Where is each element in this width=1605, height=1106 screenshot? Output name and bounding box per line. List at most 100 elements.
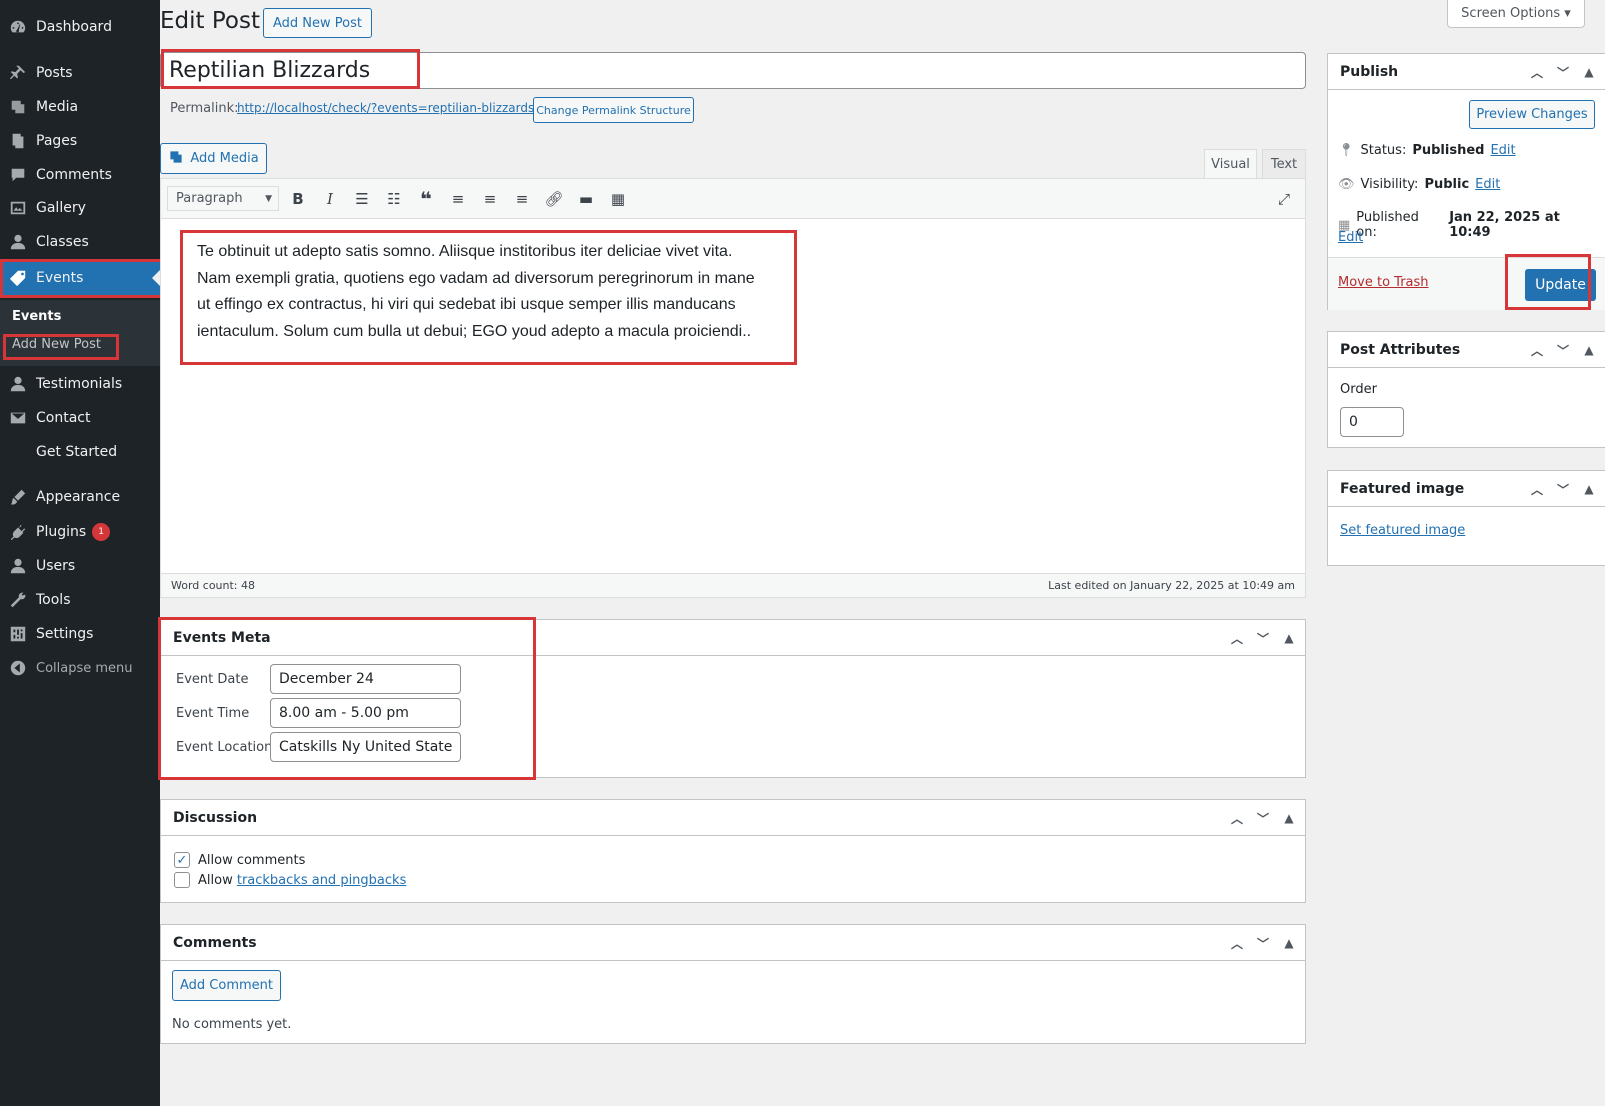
move-down-icon[interactable]: ﹀ — [1255, 630, 1271, 647]
screen-options-button[interactable]: Screen Options ▾ — [1447, 0, 1585, 28]
trackbacks-link[interactable]: trackbacks and pingbacks — [237, 873, 407, 888]
submenu-item-events[interactable]: Events — [12, 309, 61, 324]
event-location-input[interactable]: Catskills Ny United State — [270, 732, 461, 762]
toolbar-toggle-icon[interactable]: ▦ — [605, 186, 631, 212]
bulleted-list-icon[interactable]: ☰ — [349, 186, 375, 212]
sidebar-item-comments[interactable]: Comments — [0, 158, 160, 192]
plugin-icon — [9, 523, 27, 541]
collapse-icon — [9, 659, 27, 677]
fullscreen-icon[interactable]: ⤢ — [1271, 186, 1297, 212]
move-down-icon[interactable]: ﹀ — [1555, 64, 1571, 81]
align-left-icon[interactable]: ≡ — [445, 186, 471, 212]
comment-icon — [9, 166, 27, 184]
event-date-input[interactable]: December 24 — [270, 664, 461, 694]
numbered-list-icon[interactable]: ☷ — [381, 186, 407, 212]
toggle-panel-icon[interactable]: ▲ — [1281, 936, 1297, 950]
status-row: 📍︎ Status: Published Edit — [1338, 143, 1516, 158]
status-edit-link[interactable]: Edit — [1490, 143, 1515, 158]
submenu-item-add-new-post[interactable]: Add New Post — [12, 337, 101, 352]
read-more-icon[interactable]: ▬ — [573, 186, 599, 212]
publish-actions: Move to Trash Update — [1328, 257, 1605, 310]
italic-icon[interactable]: I — [317, 186, 343, 212]
sidebar-item-posts[interactable]: Posts — [0, 56, 160, 90]
toggle-panel-icon[interactable]: ▲ — [1581, 482, 1597, 496]
visibility-row: 👁︎ Visibility: Public Edit — [1338, 177, 1500, 192]
move-down-icon[interactable]: ﹀ — [1555, 342, 1571, 359]
tab-text[interactable]: Text — [1262, 149, 1306, 178]
add-comment-button[interactable]: Add Comment — [172, 970, 281, 1001]
permalink-label: Permalink: — [170, 101, 239, 116]
format-select[interactable]: Paragraph ▼ — [167, 186, 279, 211]
align-center-icon[interactable]: ≡ — [477, 186, 503, 212]
allow-trackbacks-checkbox[interactable] — [174, 872, 190, 888]
sidebar-item-tools[interactable]: Tools — [0, 583, 160, 617]
sidebar-item-label: Users — [36, 558, 76, 574]
event-time-label: Event Time — [176, 706, 250, 721]
toggle-panel-icon[interactable]: ▲ — [1581, 65, 1597, 79]
events-submenu: Events Add New Post — [0, 300, 160, 366]
add-media-label: Add Media — [190, 151, 259, 166]
toggle-panel-icon[interactable]: ▲ — [1281, 631, 1297, 645]
published-edit-link[interactable]: Edit — [1338, 230, 1363, 245]
tab-visual[interactable]: Visual — [1204, 149, 1257, 178]
move-down-icon[interactable]: ﹀ — [1555, 481, 1571, 498]
status-value: Published — [1412, 143, 1485, 158]
move-down-icon[interactable]: ﹀ — [1255, 810, 1271, 827]
change-permalink-button[interactable]: Change Permalink Structure — [533, 97, 694, 123]
sidebar-item-appearance[interactable]: Appearance — [0, 480, 160, 514]
permalink-link[interactable]: http://localhost/check/?events=reptilian… — [237, 101, 534, 115]
sidebar-item-label: Posts — [36, 65, 73, 81]
admin-sidebar: Dashboard Posts Media Pages Comments Gal… — [0, 0, 160, 1106]
move-up-icon[interactable]: ︿ — [1229, 630, 1245, 647]
post-attributes-title: Post Attributes — [1340, 341, 1461, 358]
gallery-icon — [9, 199, 27, 217]
mail-icon — [9, 409, 27, 427]
sidebar-item-media[interactable]: Media — [0, 90, 160, 124]
order-input[interactable]: 0 — [1340, 407, 1404, 437]
move-up-icon[interactable]: ︿ — [1529, 481, 1545, 498]
sidebar-item-settings[interactable]: Settings — [0, 617, 160, 651]
toggle-panel-icon[interactable]: ▲ — [1581, 343, 1597, 357]
visibility-edit-link[interactable]: Edit — [1475, 177, 1500, 192]
comments-box: Comments ︿ ﹀ ▲ Add Comment No comments yet… — [160, 924, 1306, 1044]
sidebar-item-classes[interactable]: Classes — [0, 225, 160, 259]
toggle-panel-icon[interactable]: ▲ — [1281, 811, 1297, 825]
sidebar-item-label: Testimonials — [36, 376, 123, 392]
add-media-button[interactable]: Add Media — [160, 143, 267, 174]
set-featured-image-link[interactable]: Set featured image — [1340, 523, 1465, 538]
move-to-trash-link[interactable]: Move to Trash — [1338, 275, 1429, 290]
move-up-icon[interactable]: ︿ — [1229, 810, 1245, 827]
settings-icon — [9, 625, 27, 643]
collapse-menu-button[interactable]: Collapse menu — [0, 651, 160, 685]
editor-container: Paragraph ▼ B I ☰ ☷ ❝ ≡ ≡ ≡ 🔗︎ ▬ ▦ ⤢ Te … — [160, 178, 1306, 598]
sidebar-item-users[interactable]: Users — [0, 549, 160, 583]
sidebar-item-contact[interactable]: Contact — [0, 401, 160, 435]
align-right-icon[interactable]: ≡ — [509, 186, 535, 212]
sidebar-item-pages[interactable]: Pages — [0, 124, 160, 158]
update-button[interactable]: Update — [1525, 269, 1596, 301]
sidebar-item-gallery[interactable]: Gallery — [0, 191, 160, 225]
discussion-box: Discussion ︿ ﹀ ▲ ✓ Allow comments Allow tr… — [160, 799, 1306, 903]
formatting-buttons: B I ☰ ☷ ❝ ≡ ≡ ≡ 🔗︎ ▬ ▦ — [285, 186, 631, 212]
event-date-label: Event Date — [176, 672, 249, 687]
link-icon[interactable]: 🔗︎ — [541, 186, 567, 212]
allow-comments-checkbox[interactable]: ✓ — [174, 852, 190, 868]
move-up-icon[interactable]: ︿ — [1229, 935, 1245, 952]
move-up-icon[interactable]: ︿ — [1529, 64, 1545, 81]
bold-icon[interactable]: B — [285, 186, 311, 212]
move-down-icon[interactable]: ﹀ — [1255, 935, 1271, 952]
post-content[interactable]: Te obtinuit ut adepto satis somno. Aliis… — [197, 239, 767, 345]
sidebar-item-plugins[interactable]: Plugins 1 — [0, 515, 160, 549]
add-new-post-button[interactable]: Add New Post — [263, 8, 372, 38]
sidebar-item-get-started[interactable]: Get Started — [0, 435, 160, 469]
sidebar-item-testimonials[interactable]: Testimonials — [0, 367, 160, 401]
move-up-icon[interactable]: ︿ — [1529, 342, 1545, 359]
allow-comments-row: ✓ Allow comments — [174, 852, 305, 868]
sidebar-item-label: Settings — [36, 626, 94, 642]
sidebar-item-events[interactable]: Events — [0, 261, 160, 295]
event-time-input[interactable]: 8.00 am - 5.00 pm — [270, 698, 461, 728]
post-title-input[interactable]: Reptilian Blizzards — [160, 52, 1306, 89]
blockquote-icon[interactable]: ❝ — [413, 186, 439, 212]
preview-changes-button[interactable]: Preview Changes — [1469, 100, 1595, 129]
sidebar-item-dashboard[interactable]: Dashboard — [0, 10, 160, 44]
